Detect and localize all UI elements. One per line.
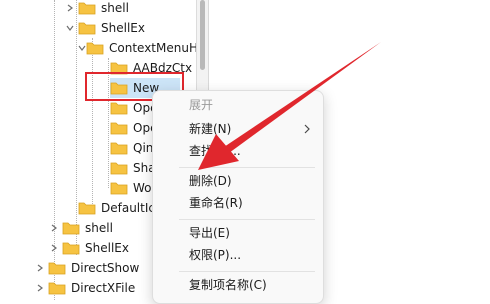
annotation-arrow-icon [198, 42, 381, 170]
